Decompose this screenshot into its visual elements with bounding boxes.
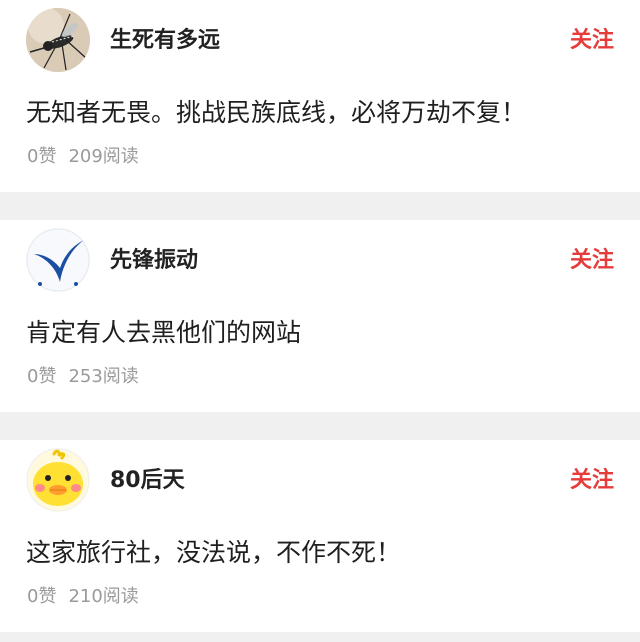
username[interactable]: 先锋振动 (110, 247, 198, 275)
divider (0, 412, 640, 440)
comment-text: 无知者无畏。挑战民族底线，必将万劫不复！ (26, 98, 527, 127)
read-count: 210阅读 (68, 586, 139, 607)
comment-meta: 0赞 253阅读 (27, 365, 139, 389)
blue-wing-logo-avatar[interactable] (26, 228, 90, 292)
follow-button[interactable]: 关注 (570, 27, 614, 55)
mosquito-avatar[interactable] (26, 8, 90, 72)
comment-meta: 0赞 209阅读 (27, 145, 139, 169)
like-count[interactable]: 0赞 (27, 586, 56, 607)
divider (0, 632, 640, 642)
like-count[interactable]: 0赞 (27, 366, 56, 387)
comment-text: 这家旅行社，没法说，不作不死！ (26, 538, 402, 567)
comment-card: 先锋振动 关注 肯定有人去黑他们的网站 0赞 253阅读 (0, 220, 640, 412)
username[interactable]: 80后天 (110, 467, 185, 495)
divider (0, 192, 640, 220)
comment-meta: 0赞 210阅读 (27, 585, 139, 609)
read-count: 209阅读 (68, 146, 139, 167)
follow-button[interactable]: 关注 (570, 247, 614, 275)
read-count: 253阅读 (68, 366, 139, 387)
comment-card: 生死有多远 关注 无知者无畏。挑战民族底线，必将万劫不复！ 0赞 209阅读 (0, 0, 640, 192)
comment-card: 80后天 关注 这家旅行社，没法说，不作不死！ 0赞 210阅读 (0, 440, 640, 632)
yellow-chick-avatar[interactable] (26, 448, 90, 512)
follow-button[interactable]: 关注 (570, 467, 614, 495)
username[interactable]: 生死有多远 (110, 27, 220, 55)
comment-text: 肯定有人去黑他们的网站 (26, 318, 302, 347)
like-count[interactable]: 0赞 (27, 146, 56, 167)
comment-feed: 生死有多远 关注 无知者无畏。挑战民族底线，必将万劫不复！ 0赞 209阅读 先锋… (0, 0, 640, 642)
